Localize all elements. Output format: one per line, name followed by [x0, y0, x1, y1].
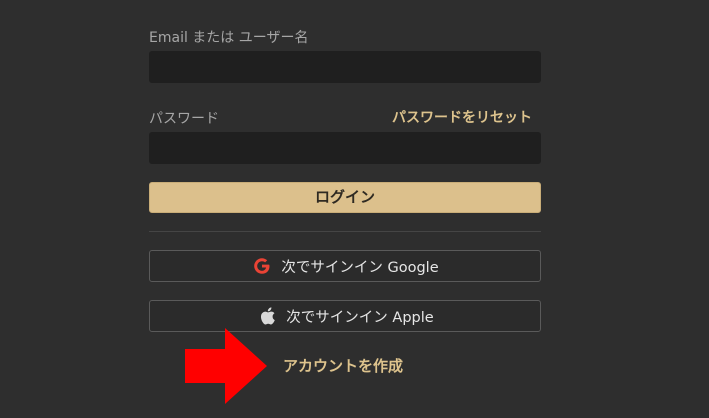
divider: [149, 231, 541, 232]
reset-password-link[interactable]: パスワードをリセット: [392, 107, 532, 127]
google-signin-button[interactable]: 次でサインイン Google: [149, 250, 541, 282]
google-signin-label: 次でサインイン Google: [281, 259, 439, 276]
password-input[interactable]: [149, 132, 541, 164]
email-label: Email または ユーザー名: [149, 30, 309, 46]
apple-icon: [256, 305, 278, 327]
email-input[interactable]: [149, 51, 541, 83]
create-account-link[interactable]: アカウントを作成: [283, 355, 403, 376]
password-label: パスワード: [149, 111, 219, 127]
login-page: Email または ユーザー名 パスワード パスワードをリセット ログイン 次で…: [0, 0, 709, 418]
apple-signin-label: 次でサインイン Apple: [286, 309, 434, 326]
login-button[interactable]: ログイン: [149, 182, 541, 213]
google-icon: [251, 255, 273, 277]
red-arrow-icon: [185, 328, 267, 404]
